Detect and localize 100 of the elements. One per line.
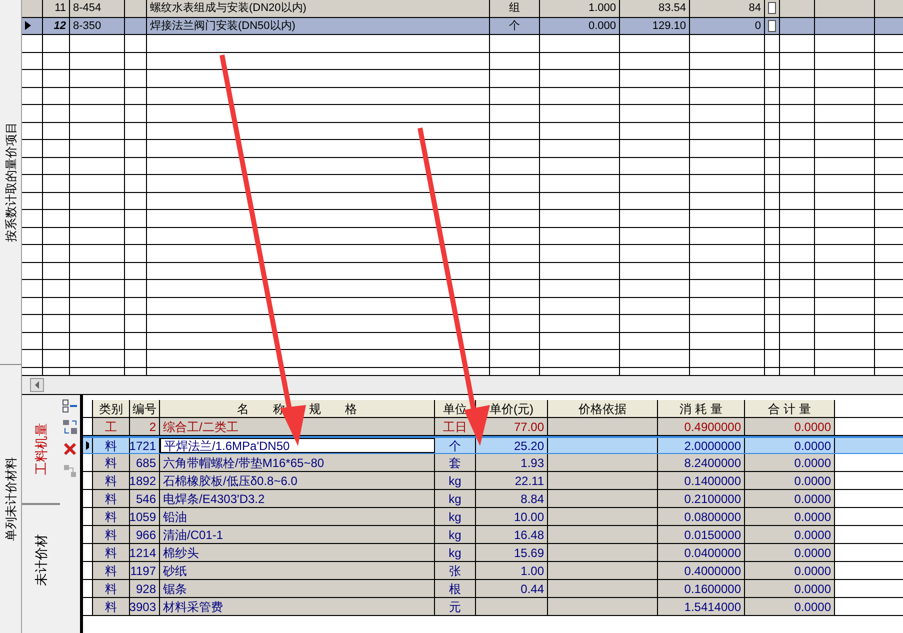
table-cell: 料 (93, 490, 130, 507)
table-cell-text: 83.54 (658, 1, 686, 16)
table-cell-text: 84 (748, 1, 761, 16)
table-cell-text: 螺纹水表组成与安装(DN20以内) (150, 0, 306, 16)
table-cell: 六角带帽螺栓/带垫M16*65~80 (160, 454, 435, 471)
table-cell: 0.2100000 (658, 490, 745, 507)
checkbox[interactable] (768, 2, 776, 14)
table-cell: 1.93 (476, 454, 548, 471)
table-row[interactable]: 工 2 综合工/二类工 工日 77.00 0.4900000 0.0000 (83, 418, 903, 436)
table-cell: 工 (93, 418, 130, 435)
table-cell: 3903 (130, 598, 160, 615)
table-cell: 0.1400000 (658, 472, 745, 489)
table-cell: 0.0000 (745, 454, 835, 471)
table-cell: 0.0000 (745, 580, 835, 597)
table-cell: 根 (435, 580, 476, 597)
table-cell: 砂纸 (160, 562, 435, 579)
table-cell: 套 (435, 454, 476, 471)
table-cell: 0.0400000 (658, 544, 745, 561)
table-cell: kg (435, 490, 476, 507)
table-cell: 料 (93, 438, 130, 453)
table-cell: 张 (435, 562, 476, 579)
table-cell: 料 (93, 508, 130, 525)
table-cell: 铅油 (160, 508, 435, 525)
table-cell: 料 (93, 526, 130, 543)
table-cell-text: 8-350 (73, 18, 102, 34)
table-cell: 2.0000000 (658, 438, 745, 453)
table-cell-text: 焊接法兰阀门安装(DN50以内) (150, 18, 296, 34)
table-cell: 棉纱头 (160, 544, 435, 561)
table-cell-text: 8-454 (73, 1, 102, 16)
table-cell: 928 (130, 580, 160, 597)
table-row[interactable]: 11 8-454 螺纹水表组成与安装(DN20以内) 组 1.000 83.54 84 (22, 0, 903, 18)
table-row[interactable]: 料 1197 砂纸 张 1.00 0.4000000 0.0000 (83, 562, 903, 580)
table-cell: 0.1600000 (658, 580, 745, 597)
table-cell: 料 (93, 598, 130, 615)
table-row[interactable]: 料 1721 平焊法兰/1.6MPa'DN50 个 25.20 2.0000000 0.0000 (83, 436, 903, 454)
table-cell: 16.48 (476, 526, 548, 543)
table-row[interactable]: 料 546 电焊条/E4303'D3.2 kg 8.84 0.2100000 0.0000 (83, 490, 903, 508)
table-row[interactable]: 料 928 锯条 根 0.44 0.1600000 0.0000 (83, 580, 903, 598)
table-cell: 电焊条/E4303'D3.2 (160, 490, 435, 507)
delete-icon[interactable] (62, 441, 78, 457)
table-row[interactable]: 料 966 清油/C01-1 kg 16.48 0.0150000 0.0000 (83, 526, 903, 544)
table-cell: 0.0000 (745, 508, 835, 525)
table-cell: 0.0800000 (658, 508, 745, 525)
table-cell-text: 0 (754, 18, 761, 34)
table-cell: 0.0000 (745, 598, 835, 615)
horizontal-scrollbar[interactable] (22, 375, 903, 395)
side-tab[interactable]: 按系数计取的量价项目 (2, 122, 20, 242)
checkbox[interactable] (768, 20, 776, 32)
table-cell: 个 (435, 438, 476, 453)
table-row[interactable]: 料 1059 铅油 kg 10.00 0.0800000 0.0000 (83, 508, 903, 526)
table-cell: 0.0000 (745, 418, 835, 435)
table-cell: kg (435, 526, 476, 543)
table-cell: kg (435, 544, 476, 561)
table-cell: 0.4900000 (658, 418, 745, 435)
row-pointer-icon (86, 441, 89, 450)
table-cell: 1.5414000 (658, 598, 745, 615)
table-cell-text: 组 (509, 1, 520, 16)
table-cell-text: 1.000 (588, 1, 616, 16)
table-row[interactable]: 12 8-350 焊接法兰阀门安装(DN50以内) 个 0.000 129.10 0 (22, 18, 903, 35)
side-tab[interactable]: 单列未计价材料 (2, 457, 20, 541)
table-cell: 1059 (130, 508, 160, 525)
table-cell: 8.84 (476, 490, 548, 507)
table-cell: 0.4000000 (658, 562, 745, 579)
table-cell-text: 0.000 (588, 18, 616, 34)
row-pointer-icon (25, 21, 31, 30)
table-row[interactable]: 料 685 六角带帽螺栓/带垫M16*65~80 套 1.93 8.2400000 0.0000 (83, 454, 903, 472)
table-cell: 料 (93, 562, 130, 579)
table-cell: 锯条 (160, 580, 435, 597)
table-cell-text: 11 (54, 1, 66, 16)
table-cell-text: 12 (54, 18, 66, 34)
table-cell: 0.0000 (745, 562, 835, 579)
table-cell: 0.0000 (745, 526, 835, 543)
table-cell: 10.00 (476, 508, 548, 525)
table-cell: 石棉橡胶板/低压δ0.8~6.0 (160, 472, 435, 489)
table-cell: 料 (93, 580, 130, 597)
table-cell: 元 (435, 598, 476, 615)
table-cell: 22.11 (476, 472, 548, 489)
table-row[interactable]: 料 3903 材料采管费 元 1.5414000 0.0000 (83, 598, 903, 616)
table-cell: 1.00 (476, 562, 548, 579)
table-cell: 料 (93, 472, 130, 489)
table-cell: 0.0000 (745, 544, 835, 561)
table-cell: 0.0150000 (658, 526, 745, 543)
table-cell: 0.0000 (745, 472, 835, 489)
table-cell: 综合工/二类工 (160, 418, 435, 435)
table-row[interactable]: 料 1892 石棉橡胶板/低压δ0.8~6.0 kg 22.11 0.1400000 0.0000 (83, 472, 903, 490)
table-cell: 1892 (130, 472, 160, 489)
table-cell: 15.69 (476, 544, 548, 561)
table-row[interactable]: 料 1214 棉纱头 kg 15.69 0.0400000 0.0000 (83, 544, 903, 562)
input-field[interactable]: 平焊法兰/1.6MPa'DN50 (160, 438, 435, 453)
table-cell: kg (435, 472, 476, 489)
table-cell: 8.2400000 (658, 454, 745, 471)
panel-tab[interactable]: 工料机量 (31, 423, 51, 475)
table-cell: 685 (130, 454, 160, 471)
table-cell: 546 (130, 490, 160, 507)
table-cell: 料 (93, 544, 130, 561)
table-cell-text: 129.10 (652, 18, 686, 34)
panel-tab[interactable]: 未计价材 (31, 534, 51, 586)
table-cell: 1197 (130, 562, 160, 579)
table-cell: 料 (93, 454, 130, 471)
scroll-left-icon[interactable] (30, 378, 44, 392)
